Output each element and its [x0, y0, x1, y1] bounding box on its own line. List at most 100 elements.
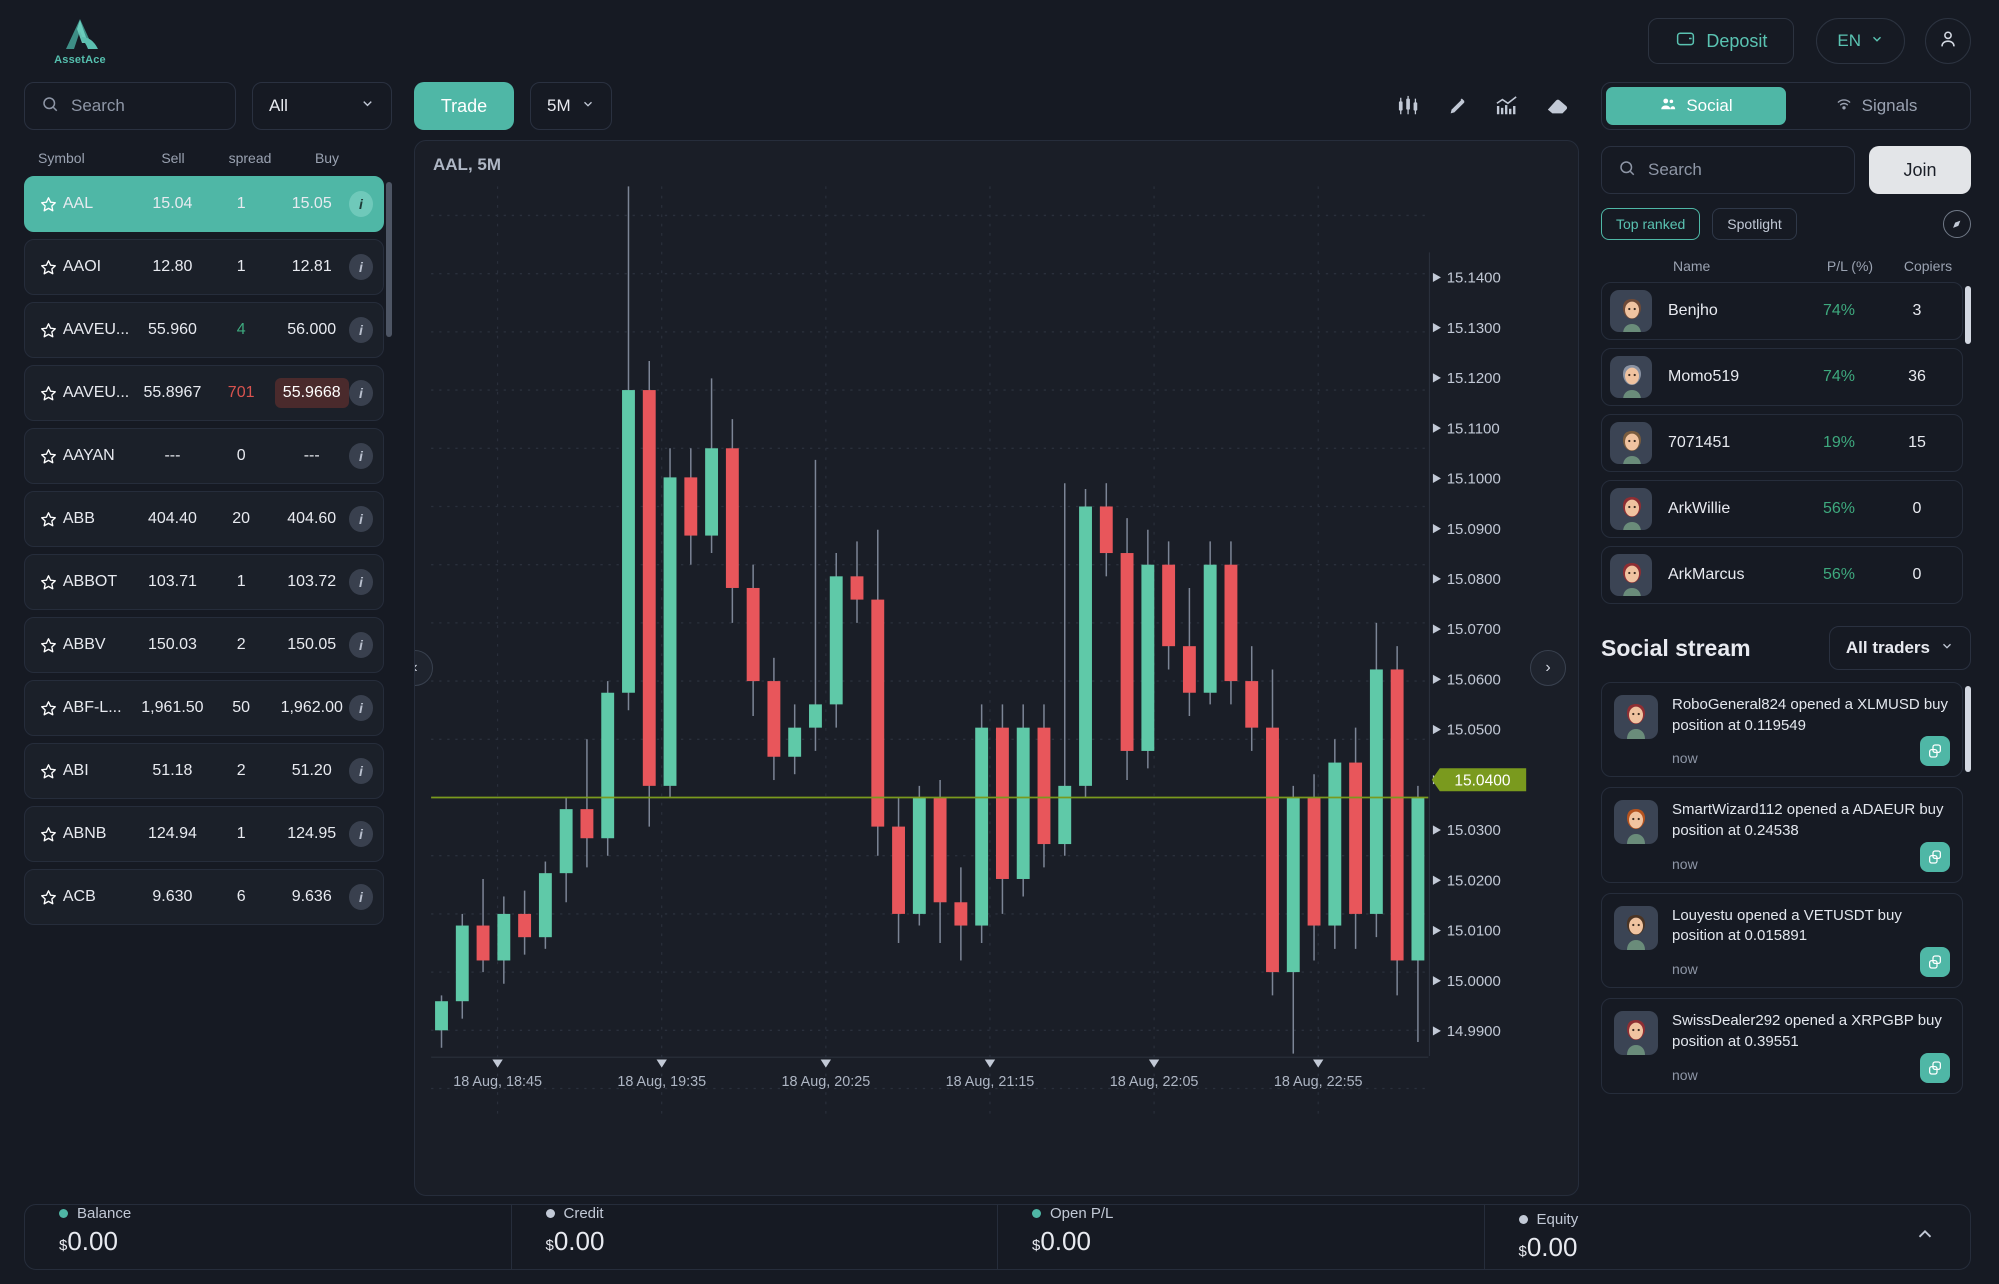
row-symbol: ABBOT	[62, 573, 118, 590]
list-item[interactable]: Momo519 74% 36	[1601, 348, 1963, 406]
account-value-wrap: $0.00	[1032, 1226, 1450, 1257]
list-item[interactable]: ArkWillie 56% 0	[1601, 480, 1963, 538]
tab-signals[interactable]: Signals	[1786, 87, 1966, 125]
list-item[interactable]: ArkMarcus 56% 0	[1601, 546, 1963, 604]
social-search[interactable]	[1601, 146, 1855, 194]
eraser-icon[interactable]	[1545, 95, 1569, 117]
chart-next-button[interactable]: ›	[1530, 650, 1566, 686]
category-filter[interactable]: All	[252, 82, 392, 130]
table-row[interactable]: ABBOT 103.71 1 103.72 i	[24, 554, 384, 610]
table-row[interactable]: AAOI 12.80 1 12.81 i	[24, 239, 384, 295]
star-icon[interactable]	[35, 510, 63, 529]
table-row[interactable]: AAL 15.04 1 15.05 i	[24, 176, 384, 232]
star-icon[interactable]	[35, 888, 63, 907]
account-label-wrap: Equity	[1518, 1211, 1915, 1228]
info-icon[interactable]: i	[348, 380, 373, 406]
info-icon[interactable]: i	[348, 695, 373, 721]
list-item[interactable]: Louyestu opened a VETUSDT buy position a…	[1601, 892, 1963, 989]
trade-button[interactable]: Trade	[414, 82, 514, 130]
info-icon[interactable]: i	[348, 758, 373, 784]
candlestick-icon[interactable]	[1397, 95, 1421, 117]
status-dot	[59, 1209, 68, 1218]
deposit-button[interactable]: Deposit	[1648, 18, 1795, 64]
star-icon[interactable]	[35, 825, 63, 844]
account-label-wrap: Open P/L	[1032, 1205, 1450, 1222]
list-item[interactable]: SwissDealer292 opened a XRPGBP buy posit…	[1601, 998, 1963, 1094]
table-row[interactable]: AAVEU... 55.960 4 56.000 i	[24, 302, 384, 358]
language-selector[interactable]: EN	[1816, 18, 1905, 64]
account-cell-credit: Credit $0.00	[512, 1205, 998, 1269]
copy-trade-icon[interactable]	[1920, 947, 1950, 978]
watchlist-panel: All Symbol Sell spread Buy AAL 15.04 1 15.0…	[24, 82, 392, 1196]
info-icon[interactable]: i	[348, 821, 373, 847]
explore-icon[interactable]	[1943, 210, 1971, 238]
row-buy: ---	[303, 447, 320, 464]
copy-trade-icon[interactable]	[1920, 1052, 1950, 1083]
star-icon[interactable]	[35, 699, 63, 718]
info-icon[interactable]: i	[348, 443, 373, 469]
star-icon[interactable]	[35, 573, 63, 592]
avatar	[1614, 695, 1658, 739]
table-row[interactable]: ACB 9.630 6 9.636 i	[24, 869, 384, 925]
info-icon[interactable]: i	[348, 632, 373, 658]
info-icon[interactable]: i	[348, 254, 373, 280]
star-icon[interactable]	[35, 258, 63, 277]
row-buy: 15.05	[291, 195, 332, 212]
trader-pl: 74%	[1822, 368, 1856, 385]
table-row[interactable]: AAYAN --- 0 --- i	[24, 428, 384, 484]
info-icon[interactable]: i	[348, 506, 373, 532]
row-symbol: AAVEU...	[62, 384, 130, 401]
star-icon[interactable]	[35, 384, 63, 403]
collapse-panel-button[interactable]	[1914, 1224, 1936, 1251]
avatar	[1610, 422, 1652, 464]
row-buy: 9.636	[291, 888, 332, 905]
list-item[interactable]: Benjho 74% 3	[1601, 282, 1963, 340]
info-icon[interactable]: i	[348, 569, 373, 595]
row-spread: 20	[232, 510, 251, 527]
row-buy: 56.000	[287, 321, 337, 338]
star-icon[interactable]	[35, 636, 63, 655]
star-icon[interactable]	[35, 321, 63, 340]
info-icon[interactable]: i	[348, 317, 373, 343]
table-row[interactable]: ABNB 124.94 1 124.95 i	[24, 806, 384, 862]
pencil-icon[interactable]	[1447, 95, 1469, 117]
brand-logo[interactable]: AssetAce	[40, 17, 120, 66]
info-icon[interactable]: i	[348, 191, 373, 217]
copy-trade-icon[interactable]	[1920, 841, 1950, 872]
star-icon[interactable]	[35, 195, 63, 214]
info-icon[interactable]: i	[348, 884, 373, 910]
table-row[interactable]: ABB 404.40 20 404.60 i	[24, 491, 384, 547]
search-input[interactable]	[71, 96, 219, 116]
copy-trade-icon[interactable]	[1920, 736, 1950, 767]
star-icon[interactable]	[35, 447, 63, 466]
social-search-input[interactable]	[1648, 160, 1838, 180]
social-stream-scrollbar[interactable]	[1965, 686, 1971, 772]
trader-name: ArkWillie	[1668, 500, 1731, 517]
search-icon	[41, 95, 59, 118]
table-row[interactable]: ABI 51.18 2 51.20 i	[24, 743, 384, 799]
chip-top-ranked[interactable]: Top ranked	[1601, 208, 1701, 240]
chip-spotlight[interactable]: Spotlight	[1712, 208, 1797, 240]
profile-button[interactable]	[1925, 18, 1971, 64]
row-symbol: ABI	[62, 762, 89, 779]
list-item[interactable]: RoboGeneral824 opened a XLMUSD buy posit…	[1601, 682, 1963, 778]
avatar	[1614, 1011, 1658, 1056]
indicators-icon[interactable]	[1495, 95, 1519, 117]
join-button[interactable]: Join	[1869, 146, 1971, 194]
traders-filter[interactable]: All traders	[1828, 626, 1971, 670]
leaderboard-scrollbar[interactable]	[1965, 286, 1971, 344]
tab-social[interactable]: Social	[1606, 87, 1786, 125]
table-row[interactable]: ABBV 150.03 2 150.05 i	[24, 617, 384, 673]
table-row[interactable]: ABF-L... 1,961.50 50 1,962.00 i	[24, 680, 384, 736]
price-chart[interactable]: AAL, 5M ‹ › 15.140015.130015.120015.1100…	[414, 140, 1579, 1196]
watchlist-search[interactable]	[24, 82, 236, 130]
list-item[interactable]: 7071451 19% 15	[1601, 414, 1963, 472]
table-row[interactable]: AAVEU... 55.8967 701 55.9668 i	[24, 365, 384, 421]
star-icon[interactable]	[35, 762, 63, 781]
timeframe-selector[interactable]: 5M	[530, 82, 612, 130]
tab-label: Social	[1686, 96, 1733, 115]
avatar	[1614, 800, 1658, 845]
list-item[interactable]: SmartWizard112 opened a ADAEUR buy posit…	[1601, 787, 1963, 883]
watchlist-scrollbar[interactable]	[386, 182, 392, 337]
chevron-down-icon	[1940, 638, 1954, 658]
